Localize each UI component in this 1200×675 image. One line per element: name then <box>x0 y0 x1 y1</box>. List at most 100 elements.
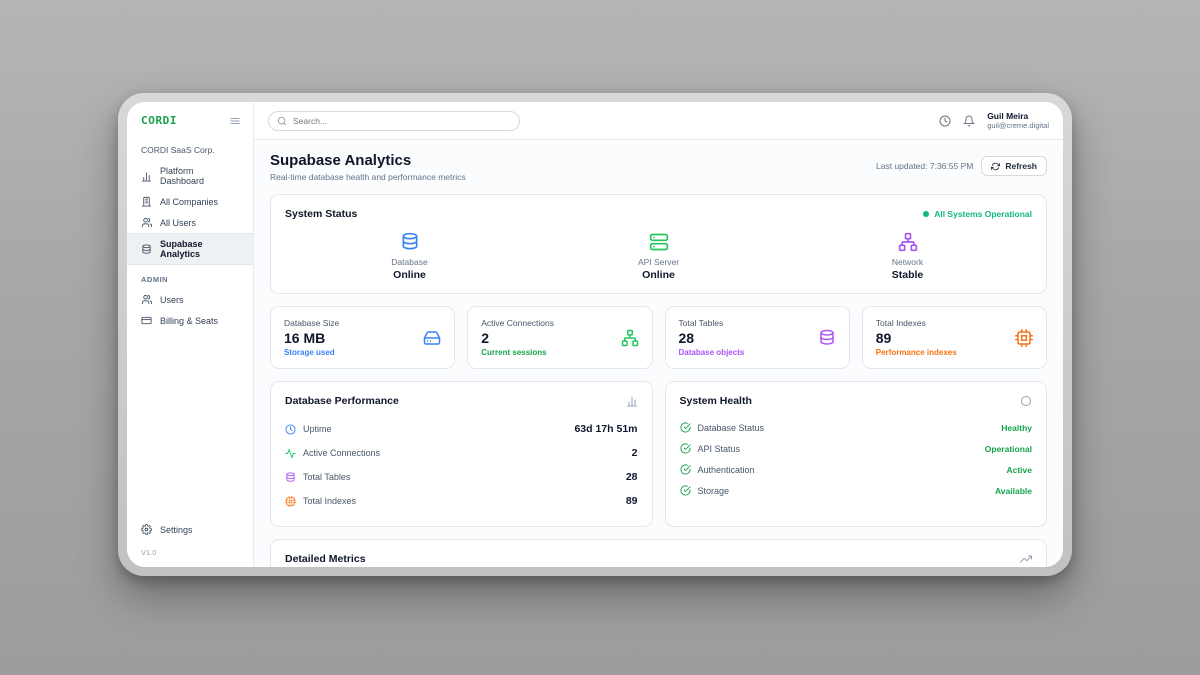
app-version: V1.0 <box>141 548 239 557</box>
database-icon <box>285 472 296 483</box>
user-menu[interactable]: Guil Meira guil@creme.digital <box>987 111 1049 131</box>
database-performance-panel: Database Performance Uptime 63d 17h 51m … <box>270 381 653 527</box>
device-frame: CORDI CORDI SaaS Corp. Platform Dashboar… <box>118 93 1072 576</box>
sidebar-nav: Platform Dashboard All Companies All Use… <box>127 161 253 265</box>
row-label-text: Active Connections <box>303 448 380 458</box>
performance-row-active-connections: Active Connections 2 <box>285 441 638 465</box>
sidebar-item-all-users[interactable]: All Users <box>127 212 253 233</box>
row-value: 63d 17h 51m <box>574 423 637 435</box>
metric-value: 89 <box>876 330 957 346</box>
status-label: Network <box>892 257 923 267</box>
check-circle-icon <box>680 485 691 496</box>
network-icon <box>621 329 639 347</box>
user-email: guil@creme.digital <box>987 121 1049 130</box>
health-title: System Health <box>680 395 752 407</box>
sidebar-item-settings[interactable]: Settings <box>141 519 239 540</box>
sidebar: CORDI CORDI SaaS Corp. Platform Dashboar… <box>127 102 254 567</box>
row-label-text: API Status <box>698 444 741 454</box>
hard-drive-icon <box>423 329 441 347</box>
metric-title: Active Connections <box>481 318 554 328</box>
main-area: Guil Meira guil@creme.digital Supabase A… <box>254 102 1063 567</box>
metric-value: 28 <box>679 330 745 346</box>
performance-row-total-indexes: Total Indexes 89 <box>285 489 638 513</box>
metric-title: Database Size <box>284 318 339 328</box>
check-circle-icon <box>680 464 691 475</box>
network-icon <box>898 232 918 252</box>
users-icon <box>141 294 152 305</box>
status-dot <box>923 211 929 217</box>
row-value: 89 <box>626 495 638 507</box>
health-row-api-status: API Status Operational <box>680 438 1033 459</box>
refresh-button[interactable]: Refresh <box>981 156 1047 176</box>
database-icon <box>818 329 836 347</box>
health-row-database-status: Database Status Healthy <box>680 417 1033 438</box>
system-health-panel: System Health Database Status Healthy AP… <box>665 381 1048 527</box>
metric-card-total-tables: Total Tables 28 Database objects <box>665 306 850 369</box>
row-value: Healthy <box>1001 423 1032 433</box>
refresh-icon <box>991 162 1000 171</box>
all-systems-badge: All Systems Operational <box>923 209 1032 219</box>
activity-icon <box>285 448 296 459</box>
credit-card-icon <box>141 315 152 326</box>
row-label-text: Uptime <box>303 424 332 434</box>
topbar: Guil Meira guil@creme.digital <box>254 102 1063 140</box>
trending-up-icon <box>1020 553 1032 565</box>
search-input[interactable] <box>293 116 511 126</box>
metric-subtitle: Current sessions <box>481 348 554 357</box>
sidebar-item-label: Settings <box>160 525 193 535</box>
performance-title: Database Performance <box>285 395 399 407</box>
server-icon <box>649 232 669 252</box>
status-api-server: API Server Online <box>534 232 783 281</box>
row-label-text: Total Tables <box>303 472 350 482</box>
metric-subtitle: Database objects <box>679 348 745 357</box>
clock-icon <box>285 424 296 435</box>
building-icon <box>141 196 152 207</box>
metrics-row: Database Size 16 MB Storage used Active … <box>270 306 1047 369</box>
database-icon <box>400 232 420 252</box>
metric-card-active-connections: Active Connections 2 Current sessions <box>467 306 652 369</box>
sidebar-item-all-companies[interactable]: All Companies <box>127 191 253 212</box>
row-value: Available <box>995 486 1032 496</box>
search-box[interactable] <box>268 111 520 131</box>
system-status-title: System Status <box>285 208 357 220</box>
metric-value: 2 <box>481 330 554 346</box>
status-value: Stable <box>892 269 924 281</box>
sidebar-item-label: Billing & Seats <box>160 316 218 326</box>
metric-card-total-indexes: Total Indexes 89 Performance indexes <box>862 306 1047 369</box>
row-value: Operational <box>985 444 1032 454</box>
last-updated: Last updated: 7:36:55 PM <box>876 161 973 171</box>
metric-value: 16 MB <box>284 330 339 346</box>
users-icon <box>141 217 152 228</box>
app-logo: CORDI <box>141 114 177 127</box>
gear-icon <box>141 524 152 535</box>
bell-icon[interactable] <box>963 115 975 127</box>
sidebar-item-label: Platform Dashboard <box>160 166 239 186</box>
row-label-text: Storage <box>698 486 730 496</box>
row-label-text: Authentication <box>698 465 755 475</box>
check-circle-icon <box>680 422 691 433</box>
sidebar-item-platform-dashboard[interactable]: Platform Dashboard <box>127 161 253 191</box>
sidebar-item-billing-seats[interactable]: Billing & Seats <box>127 310 253 331</box>
row-value: 28 <box>626 471 638 483</box>
status-badge-label: All Systems Operational <box>934 209 1032 219</box>
page-header: Supabase Analytics Real-time database he… <box>254 140 1063 192</box>
status-label: API Server <box>638 257 679 267</box>
app-window: CORDI CORDI SaaS Corp. Platform Dashboar… <box>127 102 1063 567</box>
sidebar-item-users[interactable]: Users <box>127 289 253 310</box>
org-label: CORDI SaaS Corp. <box>127 137 253 161</box>
detailed-metrics-panel: Detailed Metrics Database Information Da… <box>270 539 1047 567</box>
menu-icon[interactable] <box>229 115 241 127</box>
check-circle-icon <box>680 443 691 454</box>
database-icon <box>141 244 152 255</box>
cpu-icon <box>1015 329 1033 347</box>
clock-icon[interactable] <box>939 115 951 127</box>
row-label-text: Database Status <box>698 423 765 433</box>
sidebar-item-supabase-analytics[interactable]: Supabase Analytics <box>127 233 253 265</box>
admin-section-label: ADMIN <box>127 265 253 289</box>
metric-subtitle: Performance indexes <box>876 348 957 357</box>
performance-row-total-tables: Total Tables 28 <box>285 465 638 489</box>
health-row-storage: Storage Available <box>680 480 1033 501</box>
page-subtitle: Real-time database health and performanc… <box>270 172 466 182</box>
content: System Status All Systems Operational Da… <box>254 192 1063 567</box>
cpu-icon <box>285 496 296 507</box>
